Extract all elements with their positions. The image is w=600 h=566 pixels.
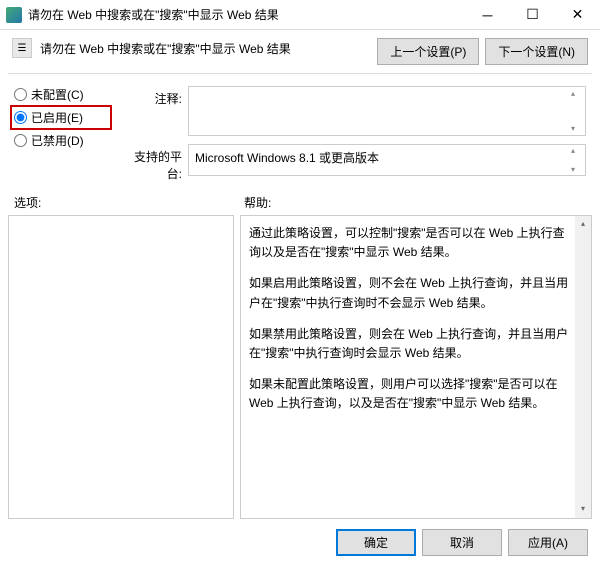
platform-text: Microsoft Windows 8.1 或更高版本 bbox=[195, 151, 379, 165]
radio-not-configured-input[interactable] bbox=[14, 88, 27, 101]
titlebar: 请勿在 Web 中搜索或在"搜索"中显示 Web 结果 ─ ☐ ✕ bbox=[0, 0, 600, 30]
help-p3: 如果禁用此策略设置，则会在 Web 上执行查询，并且当用户在"搜索"中执行查询时… bbox=[249, 325, 573, 363]
help-p4: 如果未配置此策略设置，则用户可以选择"搜索"是否可以在 Web 上执行查询，以及… bbox=[249, 375, 573, 413]
apply-button[interactable]: 应用(A) bbox=[508, 529, 588, 556]
radio-disabled[interactable]: 已禁用(D) bbox=[14, 132, 104, 149]
platform-textbox: Microsoft Windows 8.1 或更高版本 ▴▾ bbox=[188, 144, 586, 176]
lower-panels: 通过此策略设置，可以控制"搜索"是否可以在 Web 上执行查询以及是否在"搜索"… bbox=[0, 215, 600, 519]
radio-not-configured[interactable]: 未配置(C) bbox=[14, 86, 104, 103]
options-label: 选项: bbox=[14, 194, 244, 211]
maximize-button[interactable]: ☐ bbox=[510, 0, 555, 30]
minimize-button[interactable]: ─ bbox=[465, 0, 510, 30]
help-label: 帮助: bbox=[244, 194, 271, 211]
policy-title: 请勿在 Web 中搜索或在"搜索"中显示 Web 结果 bbox=[40, 38, 369, 57]
section-labels: 选项: 帮助: bbox=[0, 192, 600, 215]
fields: 注释: ▴▾ 支持的平台: Microsoft Windows 8.1 或更高版… bbox=[120, 86, 586, 182]
radio-disabled-label[interactable]: 已禁用(D) bbox=[31, 132, 84, 149]
help-box: 通过此策略设置，可以控制"搜索"是否可以在 Web 上执行查询以及是否在"搜索"… bbox=[240, 215, 592, 519]
window-title: 请勿在 Web 中搜索或在"搜索"中显示 Web 结果 bbox=[28, 6, 465, 23]
divider bbox=[8, 73, 592, 74]
policy-icon: ☰ bbox=[12, 38, 32, 58]
help-scrollbar[interactable]: ▴▾ bbox=[575, 216, 591, 518]
app-icon bbox=[6, 7, 22, 23]
window-buttons: ─ ☐ ✕ bbox=[465, 0, 600, 30]
help-p2: 如果启用此策略设置，则不会在 Web 上执行查询，并且当用户在"搜索"中执行查询… bbox=[249, 274, 573, 312]
footer: 确定 取消 应用(A) bbox=[0, 519, 600, 566]
close-button[interactable]: ✕ bbox=[555, 0, 600, 30]
ok-button[interactable]: 确定 bbox=[336, 529, 416, 556]
config-area: 未配置(C) 已启用(E) 已禁用(D) 注释: ▴▾ 支持的平台: Micro… bbox=[0, 80, 600, 192]
radio-disabled-input[interactable] bbox=[14, 134, 27, 147]
comment-textbox[interactable]: ▴▾ bbox=[188, 86, 586, 136]
help-p1: 通过此策略设置，可以控制"搜索"是否可以在 Web 上执行查询以及是否在"搜索"… bbox=[249, 224, 573, 262]
radio-enabled-label[interactable]: 已启用(E) bbox=[31, 109, 83, 126]
scrollbar[interactable]: ▴▾ bbox=[571, 89, 583, 133]
radio-enabled[interactable]: 已启用(E) bbox=[10, 105, 112, 130]
header: ☰ 请勿在 Web 中搜索或在"搜索"中显示 Web 结果 上一个设置(P) 下… bbox=[0, 30, 600, 73]
options-box bbox=[8, 215, 234, 519]
platform-label: 支持的平台: bbox=[120, 144, 182, 182]
comment-label: 注释: bbox=[120, 86, 182, 107]
scrollbar[interactable]: ▴▾ bbox=[571, 146, 583, 174]
previous-setting-button[interactable]: 上一个设置(P) bbox=[377, 38, 479, 65]
radio-group: 未配置(C) 已启用(E) 已禁用(D) bbox=[14, 86, 104, 182]
radio-not-configured-label[interactable]: 未配置(C) bbox=[31, 86, 84, 103]
radio-enabled-input[interactable] bbox=[14, 111, 27, 124]
next-setting-button[interactable]: 下一个设置(N) bbox=[485, 38, 588, 65]
cancel-button[interactable]: 取消 bbox=[422, 529, 502, 556]
